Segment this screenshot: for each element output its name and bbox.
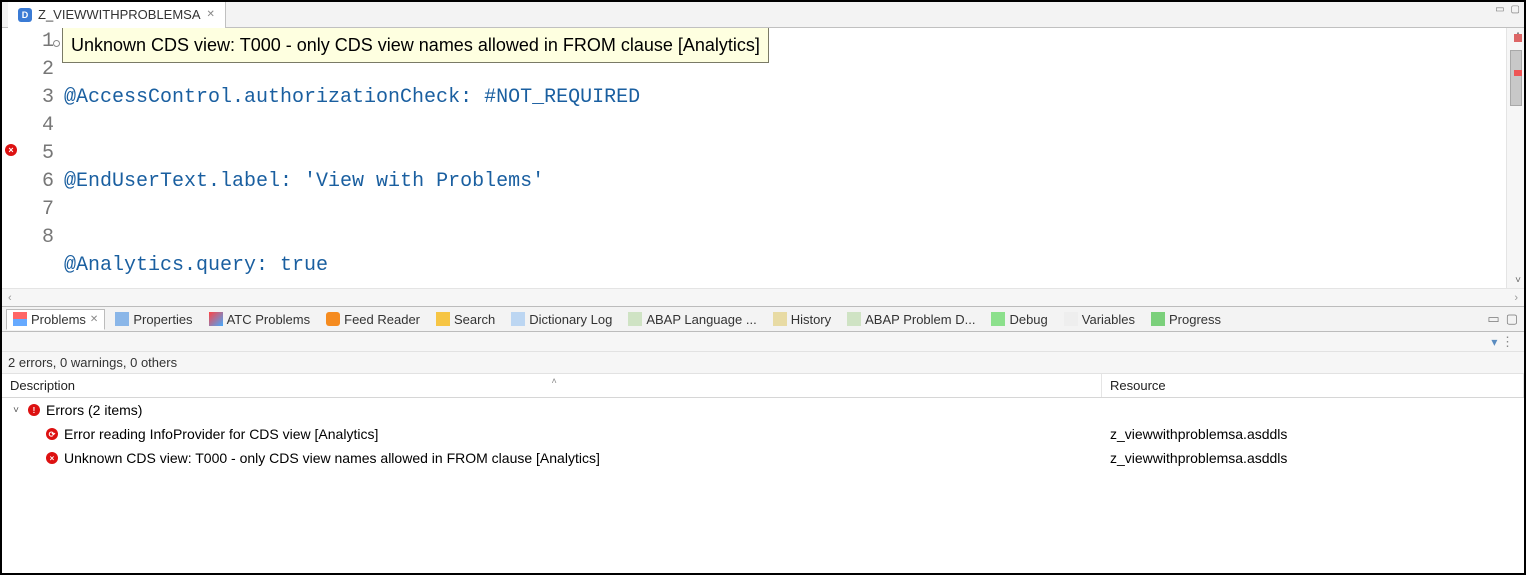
line-num: 3 [22, 84, 54, 112]
minimize-view-icon[interactable]: ▭ [1487, 311, 1499, 327]
window-controls: ▭ ▢ [1495, 4, 1520, 15]
feed-icon [326, 312, 340, 326]
tab-properties[interactable]: Properties [109, 310, 198, 329]
problem-description: Unknown CDS view: T000 - only CDS view n… [64, 450, 600, 466]
tab-atc[interactable]: ATC Problems [203, 310, 317, 329]
string-literal: 'View with Problems' [304, 168, 544, 196]
atc-icon [209, 312, 223, 326]
error-tooltip: Unknown CDS view: T000 - only CDS view n… [62, 28, 769, 63]
tab-abap-problem[interactable]: ABAP Problem D... [841, 310, 981, 329]
tab-label: Properties [133, 312, 192, 327]
tab-search[interactable]: Search [430, 310, 501, 329]
error-icon: × [46, 452, 58, 464]
line-num: 2 [22, 56, 54, 84]
group-label: Errors (2 items) [46, 402, 142, 418]
scroll-left-icon[interactable]: ‹ [8, 292, 12, 304]
tab-label: ATC Problems [227, 312, 311, 327]
tab-label: ABAP Language ... [646, 312, 756, 327]
editor-area[interactable]: 1 2 3 4 5 6 7 8 @AccessControl.authoriza… [2, 28, 1524, 288]
tab-label: Variables [1082, 312, 1135, 327]
column-label: Resource [1110, 378, 1166, 393]
scrollbar-thumb[interactable] [1510, 50, 1522, 106]
table-row[interactable]: × Unknown CDS view: T000 - only CDS view… [2, 446, 1524, 470]
tab-label: Problems [31, 312, 86, 327]
maximize-view-icon[interactable]: ▢ [1506, 311, 1518, 327]
debug-icon [991, 312, 1005, 326]
tab-progress[interactable]: Progress [1145, 310, 1227, 329]
tab-label: Progress [1169, 312, 1221, 327]
search-icon [436, 312, 450, 326]
problem-resource: z_viewwithproblemsa.asddls [1102, 424, 1524, 444]
table-header: Description ˄ Resource [2, 374, 1524, 398]
properties-icon [115, 312, 129, 326]
tab-close-icon[interactable]: ✕ [207, 9, 215, 20]
code-content[interactable]: @AccessControl.authorizationCheck: #NOT_… [62, 28, 1506, 288]
scroll-right-icon[interactable]: › [1514, 292, 1518, 304]
annotation: @EndUserText.label: [64, 168, 304, 196]
problems-icon [13, 312, 27, 326]
maximize-icon[interactable]: ▢ [1511, 4, 1520, 15]
minimize-icon[interactable]: ▭ [1495, 4, 1504, 15]
overview-ruler[interactable]: ˄ ˅ [1506, 28, 1524, 288]
tree-expand-icon[interactable]: ˅ [10, 405, 22, 416]
table-body: ˅ ! Errors (2 items) ⟳ Error reading Inf… [2, 398, 1524, 573]
tab-variables[interactable]: Variables [1058, 310, 1141, 329]
line-num: 1 [22, 28, 54, 56]
problems-summary: 2 errors, 0 warnings, 0 others [2, 352, 1524, 374]
view-menu-icon[interactable]: ⋮ [1501, 334, 1514, 350]
dictionary-icon [511, 312, 525, 326]
tab-label: ABAP Problem D... [865, 312, 975, 327]
tab-problems[interactable]: Problems ✕ [6, 309, 105, 330]
tab-abap-language[interactable]: ABAP Language ... [622, 310, 762, 329]
editor-tab[interactable]: D Z_VIEWWITHPROBLEMSA ✕ [8, 2, 226, 28]
progress-icon [1151, 312, 1165, 326]
line-gutter: 1 2 3 4 5 6 7 8 [22, 28, 62, 288]
abap-icon [628, 312, 642, 326]
tab-label: History [791, 312, 831, 327]
column-description[interactable]: Description ˄ [2, 374, 1102, 397]
sort-asc-icon: ˄ [552, 376, 557, 386]
line-num: 7 [22, 196, 54, 224]
annotation: @Analytics.query: true [64, 252, 328, 280]
table-row[interactable]: ⟳ Error reading InfoProvider for CDS vie… [2, 422, 1524, 446]
line-num: 6 [22, 168, 54, 196]
problem-description: Error reading InfoProvider for CDS view … [64, 426, 378, 442]
tab-dictionary-log[interactable]: Dictionary Log [505, 310, 618, 329]
scroll-down-icon[interactable]: ˅ [1515, 275, 1521, 286]
bottom-view-tabs: Problems ✕ Properties ATC Problems Feed R… [2, 306, 1524, 332]
tab-label: Debug [1009, 312, 1047, 327]
error-marker-icon[interactable] [5, 144, 17, 156]
editor-tabbar: D Z_VIEWWITHPROBLEMSA ✕ ▭ ▢ [2, 2, 1524, 28]
horizontal-scrollbar[interactable]: ‹ › [2, 288, 1524, 306]
tab-debug[interactable]: Debug [985, 310, 1053, 329]
line-num: 5 [22, 140, 54, 168]
marker-column [2, 28, 22, 288]
problem-resource: z_viewwithproblemsa.asddls [1102, 448, 1524, 468]
variables-icon [1064, 312, 1078, 326]
line-num: 8 [22, 224, 54, 252]
filter-icon[interactable]: ▾ [1491, 335, 1497, 349]
problems-toolbar: ▾ ⋮ [2, 332, 1524, 352]
column-resource[interactable]: Resource [1102, 374, 1524, 397]
line-num: 4 [22, 112, 54, 140]
tab-feed[interactable]: Feed Reader [320, 310, 426, 329]
tooltip-text: Unknown CDS view: T000 - only CDS view n… [71, 35, 760, 55]
tab-history[interactable]: History [767, 310, 837, 329]
tab-label: Feed Reader [344, 312, 420, 327]
error-indicator[interactable] [1514, 70, 1522, 76]
column-label: Description [10, 378, 75, 393]
abap-problem-icon [847, 312, 861, 326]
error-indicator[interactable] [1514, 34, 1522, 42]
file-icon: D [18, 8, 32, 22]
annotation: @AccessControl.authorizationCheck: #NOT_… [64, 84, 640, 112]
tab-label: Dictionary Log [529, 312, 612, 327]
error-icon: ⟳ [46, 428, 58, 440]
tab-pin-icon: ✕ [90, 314, 98, 325]
history-icon [773, 312, 787, 326]
editor-tab-title: Z_VIEWWITHPROBLEMSA [38, 7, 201, 22]
tab-label: Search [454, 312, 495, 327]
table-group-row[interactable]: ˅ ! Errors (2 items) [2, 398, 1524, 422]
error-icon: ! [28, 404, 40, 416]
problems-table: Description ˄ Resource ˅ ! Errors (2 ite… [2, 374, 1524, 573]
